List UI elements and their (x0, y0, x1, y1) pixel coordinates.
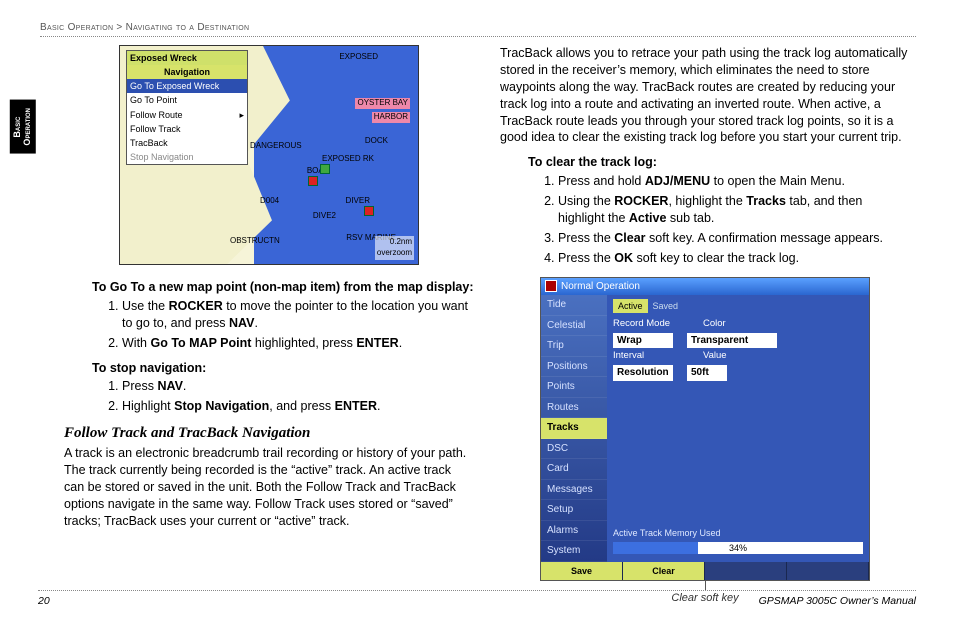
softkey-empty (787, 562, 869, 580)
body-paragraph: A track is an electronic breadcrumb trai… (64, 445, 474, 529)
softkey-row: Save Clear (541, 562, 869, 580)
softkey-empty (705, 562, 787, 580)
tab: Positions (541, 357, 607, 378)
map-label: OYSTER BAY (355, 98, 410, 109)
map-menu-item: Go To Exposed Wreck (127, 79, 247, 93)
procedure-heading: To stop navigation: (92, 360, 474, 377)
step: With Go To MAP Point highlighted, press … (122, 335, 474, 352)
memory-label: Active Track Memory Used (613, 527, 863, 539)
map-waypoint-icon (364, 206, 374, 216)
map-menu-heading: Navigation (127, 65, 247, 79)
field-value: 50ft (687, 365, 727, 381)
section-heading: Follow Track and TracBack Navigation (64, 423, 474, 443)
tab: System (541, 541, 607, 562)
softkey-save: Save (541, 562, 623, 580)
screen-main-panel: ActiveSaved Record Mode Color Wrap Trans… (607, 295, 869, 562)
tab-selected: Tracks (541, 418, 607, 439)
map-waypoint-icon (320, 164, 330, 174)
map-label: OBSTRUCTN (230, 236, 280, 247)
field-value: Resolution (613, 365, 673, 381)
field-label: Interval (613, 350, 689, 363)
procedure-steps: Use the ROCKER to move the pointer to th… (122, 298, 474, 352)
tab: DSC (541, 439, 607, 460)
field-value: Transparent (687, 333, 777, 349)
tab: Celestial (541, 316, 607, 337)
tab: Setup (541, 500, 607, 521)
side-tab-line1: Basic (12, 116, 22, 137)
step: Highlight Stop Navigation, and press ENT… (122, 398, 474, 415)
page-number: 20 (38, 595, 50, 607)
map-menu-item: Stop Navigation (127, 150, 247, 164)
callout-line-icon (705, 581, 706, 590)
field-label: Value (703, 350, 753, 363)
memory-percent: 34% (729, 542, 747, 554)
screen-tab-list: Tide Celestial Trip Positions Points Rou… (541, 295, 607, 562)
map-label: EXPOSED (339, 52, 378, 63)
tab: Points (541, 377, 607, 398)
side-tab-line2: Operation (22, 108, 32, 146)
softkey-clear: Clear (623, 562, 705, 580)
map-nav-menu: Exposed Wreck Navigation Go To Exposed W… (126, 50, 248, 165)
left-column: Exposed Wreck Navigation Go To Exposed W… (64, 45, 474, 605)
memory-bar: 34% (613, 542, 863, 554)
map-waypoint-icon (308, 176, 318, 186)
procedure-heading: To clear the track log: (528, 154, 910, 171)
step: Press the Clear soft key. A confirmation… (558, 230, 910, 247)
procedure-steps: Press and hold ADJ/MENU to open the Main… (558, 173, 910, 266)
step: Press the OK soft key to clear the track… (558, 250, 910, 267)
map-menu-item: TracBack (127, 136, 247, 150)
manual-title: GPSMAP 3005C Owner’s Manual (759, 595, 916, 607)
map-label: DANGEROUS (250, 141, 302, 152)
tab: Trip (541, 336, 607, 357)
right-column: TracBack allows you to retrace your path… (500, 45, 910, 605)
map-menu-item: Follow Track (127, 122, 247, 136)
field-value: Wrap (613, 333, 673, 349)
page-footer: 20 GPSMAP 3005C Owner’s Manual (38, 590, 916, 607)
tab: Tide (541, 295, 607, 316)
screen-titlebar: Normal Operation (541, 278, 869, 296)
figure-map-screenshot: Exposed Wreck Navigation Go To Exposed W… (119, 45, 419, 265)
figure-settings-screenshot: Normal Operation Tide Celestial Trip Pos… (540, 277, 870, 581)
map-label: HARBOR (372, 112, 410, 123)
subtab-active: Active (613, 299, 648, 313)
body-paragraph: TracBack allows you to retrace your path… (500, 45, 910, 146)
breadcrumb: Basic Operation > Navigating to a Destin… (40, 22, 916, 37)
step: Press and hold ADJ/MENU to open the Main… (558, 173, 910, 190)
procedure-steps: Press NAV. Highlight Stop Navigation, an… (122, 378, 474, 415)
tab: Routes (541, 398, 607, 419)
map-label: D004 (260, 196, 279, 207)
tab: Messages (541, 480, 607, 501)
tab: Card (541, 459, 607, 480)
field-label: Record Mode (613, 318, 689, 331)
step: Press NAV. (122, 378, 474, 395)
procedure-heading: To Go To a new map point (non-map item) … (92, 279, 474, 296)
map-title-bar: Exposed Wreck (127, 51, 247, 65)
map-label: DOCK (365, 136, 388, 147)
tab: Alarms (541, 521, 607, 542)
step: Using the ROCKER, highlight the Tracks t… (558, 193, 910, 227)
subtab-saved: Saved (648, 299, 684, 313)
map-label: DIVE2 (313, 211, 336, 222)
map-scale: 0.2nm overzoom (375, 236, 414, 260)
map-menu-item: Follow Route▸ (127, 108, 247, 122)
section-side-tab: Basic Operation (10, 100, 36, 154)
step: Use the ROCKER to move the pointer to th… (122, 298, 474, 332)
map-menu-item: Go To Point (127, 93, 247, 107)
field-label: Color (703, 318, 753, 331)
